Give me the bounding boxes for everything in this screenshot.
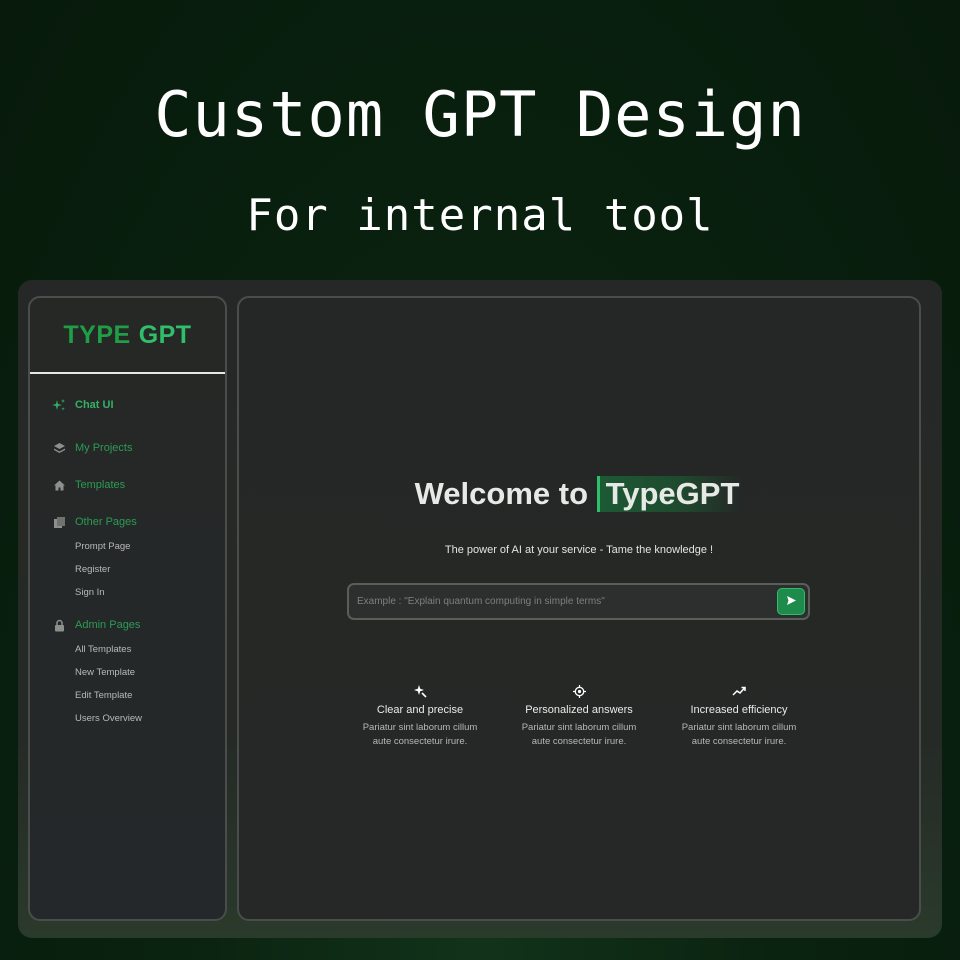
welcome-brand-highlight: TypeGPT	[596, 476, 744, 512]
brand-logo-part2: GPT	[138, 320, 192, 349]
sidebar-item-label: My Projects	[75, 442, 133, 454]
feature-title: Personalized answers	[525, 704, 633, 716]
sidebar-item-label: Admin Pages	[75, 619, 141, 631]
pages-icon	[52, 515, 66, 529]
sparkle-icon	[52, 398, 66, 412]
sidebar-subitem-edit-template[interactable]: Edit Template	[75, 690, 132, 701]
feature-card: Personalized answers Pariatur sint labor…	[504, 683, 654, 749]
trend-up-icon	[664, 683, 814, 699]
feature-desc-line: aute consectetur irure.	[372, 736, 468, 747]
lock-icon	[52, 618, 66, 632]
home-icon	[52, 478, 66, 492]
sidebar-subitem-all-templates[interactable]: All Templates	[75, 644, 131, 655]
tagline: The power of AI at your service - Tame t…	[444, 544, 714, 556]
feature-card: Clear and precise Pariatur sint laborum …	[345, 683, 495, 749]
app-window: TYPE GPT Chat UI My Projects Templates O…	[18, 280, 942, 938]
layers-icon	[52, 441, 66, 455]
brand-logo-part1: TYPE	[63, 320, 131, 349]
chat-main-panel: Welcome to TypeGPT The power of AI at yo…	[237, 296, 921, 921]
sidebar-item-label: Templates	[75, 479, 126, 491]
feature-title: Increased efficiency	[690, 704, 788, 716]
feature-title: Clear and precise	[376, 704, 464, 716]
sidebar-item-templates[interactable]: Templates	[52, 478, 125, 492]
sidebar-subitem-sign-in[interactable]: Sign In	[75, 587, 105, 598]
prompt-bar	[347, 583, 810, 620]
feature-desc-line: Pariatur sint laborum cillum	[362, 722, 478, 733]
feature-desc-line: aute consectetur irure.	[531, 736, 627, 747]
magic-icon	[345, 683, 495, 699]
sidebar-item-my-projects[interactable]: My Projects	[52, 441, 132, 455]
hero-subtitle: For internal tool	[246, 190, 714, 241]
brand-logo[interactable]: TYPE GPT	[30, 298, 225, 374]
welcome-heading: Welcome to TypeGPT	[239, 476, 919, 512]
sidebar-subitem-new-template[interactable]: New Template	[75, 667, 135, 678]
feature-description: Pariatur sint laborum cillum aute consec…	[504, 721, 654, 749]
prompt-input[interactable]	[357, 590, 767, 613]
sidebar-subitem-users-overview[interactable]: Users Overview	[75, 713, 142, 724]
send-button[interactable]	[777, 588, 805, 615]
hero-title: Custom GPT Design	[154, 78, 806, 151]
sidebar-item-other-pages[interactable]: Other Pages	[52, 515, 137, 529]
welcome-prefix: Welcome to	[414, 476, 597, 511]
sidebar-item-admin-pages[interactable]: Admin Pages	[52, 618, 140, 632]
sidebar-subitem-prompt-page[interactable]: Prompt Page	[75, 541, 130, 552]
sidebar-subitem-register[interactable]: Register	[75, 564, 110, 575]
feature-desc-line: Pariatur sint laborum cillum	[681, 722, 797, 733]
feature-desc-line: aute consectetur irure.	[691, 736, 787, 747]
sidebar-item-chat-ui[interactable]: Chat UI	[52, 398, 114, 412]
sidebar-item-label: Other Pages	[75, 516, 137, 528]
sidebar: TYPE GPT Chat UI My Projects Templates O…	[28, 296, 227, 921]
feature-desc-line: Pariatur sint laborum cillum	[521, 722, 637, 733]
feature-description: Pariatur sint laborum cillum aute consec…	[664, 721, 814, 749]
send-icon	[786, 593, 797, 611]
feature-description: Pariatur sint laborum cillum aute consec…	[345, 721, 495, 749]
target-icon	[504, 683, 654, 699]
sidebar-item-label: Chat UI	[75, 399, 114, 411]
feature-card: Increased efficiency Pariatur sint labor…	[664, 683, 814, 749]
